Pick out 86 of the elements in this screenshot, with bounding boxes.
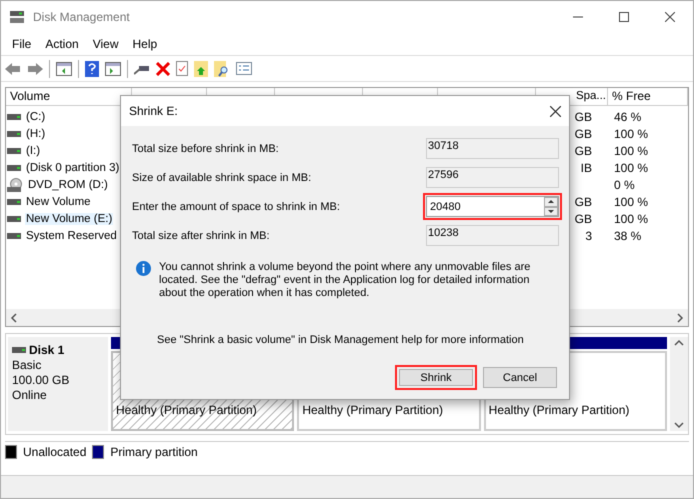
caret-up-icon <box>548 200 554 204</box>
drive-icon <box>7 232 21 238</box>
disc-icon <box>7 178 23 192</box>
table-cell: IB <box>580 160 592 174</box>
scroll-down-icon[interactable] <box>674 422 684 429</box>
help-text: See "Shrink a basic volume" in Disk Management help for more information <box>157 334 524 346</box>
menu-item[interactable]: View <box>86 37 126 51</box>
delete-icon[interactable] <box>156 62 170 76</box>
menu-item[interactable]: Help <box>126 37 164 51</box>
table-cell: 100 % <box>614 160 648 174</box>
menu-item[interactable]: File <box>5 37 38 51</box>
field-label: Enter the amount of space to shrink in MB: <box>132 200 340 212</box>
table-cell: 100 % <box>614 144 648 158</box>
properties-icon[interactable] <box>236 62 252 75</box>
window-title: Disk Management <box>33 10 131 24</box>
column-header[interactable]: Volume <box>10 88 50 105</box>
table-cell: 100 % <box>614 126 648 140</box>
table-cell: GB <box>574 144 592 158</box>
table-cell: GB <box>574 212 592 226</box>
close-icon[interactable] <box>665 12 675 22</box>
drive-icon <box>7 148 21 154</box>
help-icon[interactable] <box>85 60 99 76</box>
table-cell: GB <box>574 194 592 208</box>
table-cell: 100 % <box>614 194 648 208</box>
table-cell: 46 % <box>614 110 642 124</box>
list-item[interactable]: (I:) <box>25 144 42 156</box>
drive-icon <box>7 164 21 170</box>
dialog-title: Shrink E: <box>129 104 178 118</box>
info-text: You cannot shrink a volume beyond the point where any unmovable files are located. See the "defrag" event in the Application log for detailed information about the operation when it has completed. <box>159 261 532 300</box>
table-cell: GB <box>574 126 592 140</box>
search-icon[interactable] <box>214 60 230 76</box>
disk-state: Online <box>12 388 48 402</box>
partition-status: Healthy (Primary Partition) <box>116 402 257 419</box>
info-icon <box>136 261 151 276</box>
list-item[interactable]: (Disk 0 partition 3) <box>25 162 120 174</box>
table-cell: 0 % <box>614 178 635 192</box>
number-field[interactable]: 20480 <box>427 197 544 216</box>
table-cell: 3 <box>585 228 592 242</box>
field-label: Total size before shrink in MB: <box>132 142 279 154</box>
drive-icon <box>7 114 21 120</box>
drive-icon <box>7 216 21 222</box>
drive-icon <box>7 130 21 136</box>
spin-box[interactable]: 20480 <box>426 196 559 217</box>
column-header[interactable]: % Free <box>612 88 651 105</box>
drive-icon <box>7 198 21 204</box>
disk-name: Disk 1 <box>29 343 64 357</box>
legend-label: Unallocated <box>23 445 86 459</box>
value-field: 10238 <box>426 225 559 246</box>
disk-size: 100.00 GB <box>12 373 70 387</box>
maximize-icon[interactable] <box>619 12 629 22</box>
scroll-left-icon[interactable] <box>10 312 17 322</box>
table-cell: GB <box>574 110 592 124</box>
vertical-scrollbar[interactable] <box>670 337 688 431</box>
back-icon[interactable] <box>5 62 21 76</box>
partition-status: Healthy (Primary Partition) <box>488 402 630 419</box>
app-icon <box>9 10 25 24</box>
dialog-button[interactable]: Cancel <box>483 367 557 388</box>
panel-icon[interactable] <box>56 62 72 76</box>
list-item[interactable]: New Volume <box>25 196 92 208</box>
list-item[interactable]: New Volume (E:) <box>25 212 114 224</box>
table-cell: 38 % <box>614 228 642 242</box>
forward-icon[interactable] <box>27 62 43 76</box>
list-item[interactable]: (H:) <box>25 128 46 140</box>
drive-icon <box>12 347 26 353</box>
caret-down-icon <box>548 210 554 213</box>
table-cell: 100 % <box>614 212 648 226</box>
list-item[interactable]: DVD_ROM (D:) <box>27 178 109 190</box>
disk-type: Basic <box>12 358 42 372</box>
partition-status: Healthy (Primary Partition) <box>302 402 444 419</box>
list-item[interactable]: (C:) <box>25 110 46 122</box>
list-item[interactable]: System Reserved <box>25 230 118 242</box>
value-field: 30718 <box>426 138 559 159</box>
scroll-right-icon[interactable] <box>677 312 684 322</box>
field-label: Size of available shrink space in MB: <box>132 172 312 184</box>
dialog-button[interactable]: Shrink <box>395 365 477 390</box>
close-icon[interactable] <box>550 106 561 116</box>
checklist-icon[interactable] <box>176 61 188 76</box>
column-header[interactable]: Spa... <box>576 88 606 105</box>
panel-icon[interactable] <box>105 62 121 76</box>
field-label: Total size after shrink in MB: <box>132 230 270 242</box>
folder-up-icon[interactable] <box>194 60 208 76</box>
scroll-up-icon[interactable] <box>674 339 684 346</box>
spin-up-button[interactable] <box>544 197 558 206</box>
menu-item[interactable]: Action <box>38 37 86 51</box>
value-field: 27596 <box>426 167 559 188</box>
legend-label: Primary partition <box>110 445 198 459</box>
